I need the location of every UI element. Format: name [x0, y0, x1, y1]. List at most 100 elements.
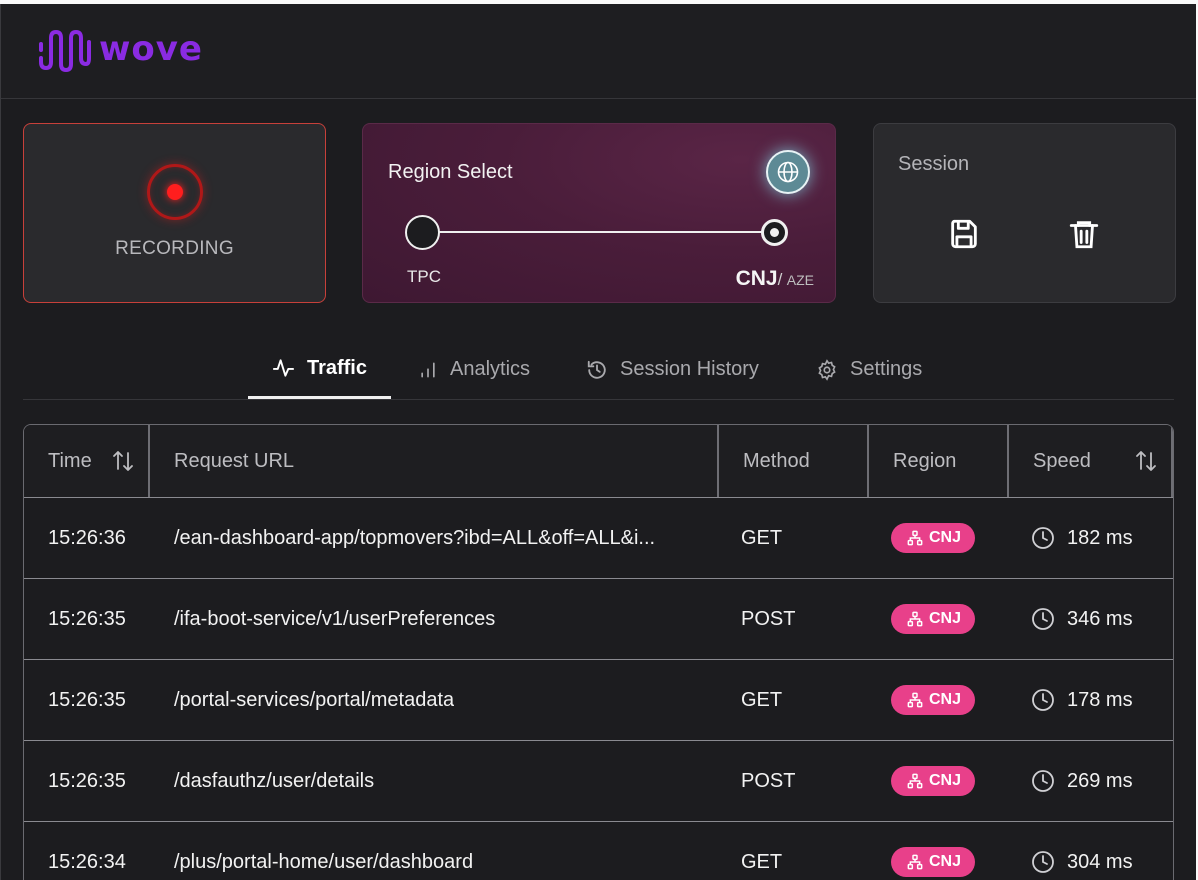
cell-speed: 182 ms: [1007, 498, 1173, 578]
trash-icon: [1069, 221, 1099, 249]
recording-card[interactable]: RECORDING: [23, 123, 326, 303]
tab-session-history[interactable]: Session History: [562, 340, 783, 399]
region-badge-label: CNJ: [929, 691, 962, 708]
history-icon: [587, 360, 606, 379]
region-badge-label: CNJ: [929, 529, 962, 546]
cell-speed: 304 ms: [1007, 822, 1173, 880]
tab-settings[interactable]: Settings: [792, 340, 946, 399]
tab-settings-label: Settings: [850, 358, 923, 380]
region-select-card: Region Select TPC CNJ/ AZE: [362, 123, 836, 303]
cell-region: CNJ: [867, 822, 1007, 880]
region-label-separator: /: [777, 270, 783, 289]
region-slider-left-handle[interactable]: [405, 215, 440, 250]
cell-time: 15:26:34: [48, 850, 126, 873]
cell-speed-value: 304 ms: [1067, 850, 1133, 873]
clock-icon: [1032, 851, 1054, 873]
column-header-time[interactable]: Time: [24, 425, 148, 497]
delete-session-button[interactable]: [1064, 214, 1104, 254]
clock-icon: [1032, 608, 1054, 630]
region-badge: CNJ: [891, 847, 976, 877]
control-cards: RECORDING Region Select TPC CNJ/ AZE Ses…: [23, 123, 1176, 303]
table-header: Time Request URL Method Region Speed: [24, 425, 1173, 498]
cell-url-text: /ifa-boot-service/v1/userPreferences: [174, 607, 496, 630]
table-row[interactable]: 15:26:36 /ean-dashboard-app/topmovers?ib…: [24, 498, 1173, 579]
column-header-speed-label: Speed: [1033, 449, 1091, 472]
cell-method: GET: [741, 688, 783, 711]
cell-region: CNJ: [867, 579, 1007, 659]
cell-speed: 269 ms: [1007, 741, 1173, 821]
column-header-region-label: Region: [893, 449, 957, 472]
cell-method: GET: [741, 526, 783, 549]
tab-session-history-label: Session History: [620, 358, 759, 380]
table-row[interactable]: 15:26:34 /plus/portal-home/user/dashboar…: [24, 822, 1173, 880]
table-row[interactable]: 15:26:35 /ifa-boot-service/v1/userPrefer…: [24, 579, 1173, 660]
table-body: 15:26:36 /ean-dashboard-app/topmovers?ib…: [24, 498, 1173, 880]
region-badge: CNJ: [891, 766, 976, 796]
clock-icon: [1032, 689, 1054, 711]
sort-icon[interactable]: [112, 449, 134, 473]
logo-text: wove: [99, 29, 203, 69]
cell-url-text: /plus/portal-home/user/dashboard: [174, 850, 474, 873]
cell-region: CNJ: [867, 498, 1007, 578]
globe-icon[interactable]: [766, 150, 810, 194]
cell-method: GET: [741, 850, 783, 873]
region-badge: CNJ: [891, 523, 976, 553]
cell-method: POST: [741, 769, 796, 792]
table-row[interactable]: 15:26:35 /dasfauthz/user/details POST CN…: [24, 741, 1173, 822]
cell-url-text: /dasfauthz/user/details: [174, 769, 375, 792]
cell-time: 15:26:36: [48, 526, 126, 549]
network-icon: [907, 611, 923, 627]
region-label-aze: AZE: [786, 272, 814, 288]
region-select-title: Region Select: [388, 161, 513, 183]
tab-bar: Traffic Analytics Session History Settin…: [23, 340, 1174, 400]
cell-url: /dasfauthz/user/details: [148, 741, 717, 821]
region-badge-label: CNJ: [929, 610, 962, 627]
app-window: wove RECORDING Region Select TPC CNJ/ AZ…: [0, 4, 1196, 880]
record-dot-icon: [166, 184, 183, 200]
sort-icon[interactable]: [1135, 449, 1157, 473]
tab-traffic[interactable]: Traffic: [248, 340, 391, 399]
record-button[interactable]: [146, 164, 203, 220]
cell-time: 15:26:35: [48, 769, 126, 792]
region-label-selected: CNJ/ AZE: [736, 267, 814, 291]
app-header: wove: [1, 4, 1196, 99]
cell-url: /plus/portal-home/user/dashboard: [148, 822, 717, 880]
traffic-table: Time Request URL Method Region Speed 15:…: [23, 424, 1174, 880]
cell-speed-value: 346 ms: [1067, 607, 1133, 630]
logo: wove: [37, 28, 203, 74]
column-header-method-label: Method: [743, 449, 810, 472]
cell-url-text: /ean-dashboard-app/topmovers?ibd=ALL&off…: [174, 526, 656, 549]
cell-speed-value: 182 ms: [1067, 526, 1133, 549]
table-row[interactable]: 15:26:35 /portal-services/portal/metadat…: [24, 660, 1173, 741]
network-icon: [907, 854, 923, 870]
wave-logo-icon: [39, 29, 91, 73]
column-header-method: Method: [717, 425, 867, 497]
cell-url-text: /portal-services/portal/metadata: [174, 688, 455, 711]
cell-speed-value: 269 ms: [1067, 769, 1133, 792]
save-icon: [951, 219, 977, 249]
tab-analytics-label: Analytics: [450, 358, 531, 380]
cell-url: /portal-services/portal/metadata: [148, 660, 717, 740]
gear-icon: [818, 358, 836, 381]
cell-url: /ean-dashboard-app/topmovers?ibd=ALL&off…: [148, 498, 717, 578]
tab-analytics[interactable]: Analytics: [394, 340, 554, 399]
network-icon: [907, 773, 923, 789]
region-badge-label: CNJ: [929, 853, 962, 870]
clock-icon: [1032, 527, 1054, 549]
cell-speed: 346 ms: [1007, 579, 1173, 659]
save-session-button[interactable]: [944, 214, 984, 254]
session-title: Session: [898, 153, 970, 175]
region-badge: CNJ: [891, 685, 976, 715]
cell-url: /ifa-boot-service/v1/userPreferences: [148, 579, 717, 659]
column-header-speed[interactable]: Speed: [1007, 425, 1173, 497]
column-header-url-label: Request URL: [174, 449, 295, 472]
region-slider-right-handle[interactable]: [761, 219, 788, 246]
tab-traffic-label: Traffic: [306, 356, 367, 379]
network-icon: [907, 692, 923, 708]
region-label-cnj: CNJ: [735, 267, 778, 290]
region-slider-track[interactable]: [423, 231, 775, 233]
region-badge: CNJ: [891, 604, 976, 634]
recording-label: RECORDING: [115, 238, 234, 259]
cell-method: POST: [741, 607, 796, 630]
column-header-url: Request URL: [148, 425, 717, 497]
